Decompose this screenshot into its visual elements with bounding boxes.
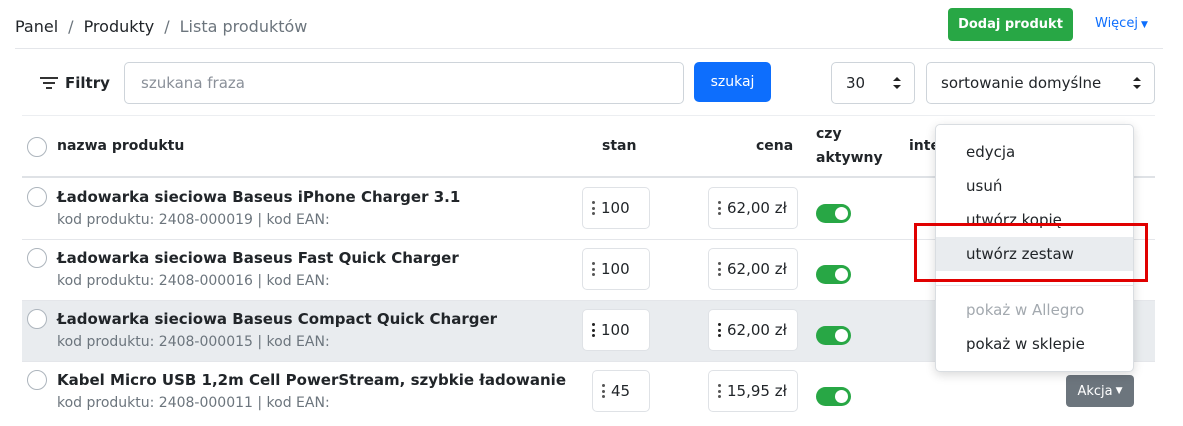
- kebab-icon[interactable]: [718, 262, 721, 276]
- stock-field[interactable]: 100: [582, 248, 650, 290]
- menu-item-edit[interactable]: edycja: [936, 135, 1133, 169]
- column-name[interactable]: nazwa produktu: [57, 138, 184, 154]
- filters-toggle[interactable]: Filtry: [40, 74, 110, 92]
- add-product-button[interactable]: Dodaj produkt: [948, 8, 1073, 41]
- row-checkbox[interactable]: [27, 248, 47, 268]
- per-page-value: 30: [846, 74, 866, 92]
- product-meta: kod produktu: 2408-000019 | kod EAN:: [57, 212, 330, 228]
- header-divider: [15, 48, 1163, 49]
- more-dropdown[interactable]: Więcej ▼: [1095, 16, 1148, 31]
- column-active-line1: czy: [816, 126, 842, 142]
- menu-item-allegro: pokaż w Allegro: [966, 301, 1085, 319]
- search-input[interactable]: [124, 62, 684, 104]
- price-value: 15,95 zł: [727, 382, 787, 400]
- breadcrumb: Panel / Produkty / Lista produktów: [15, 17, 307, 36]
- caret-down-icon: ▼: [1115, 386, 1123, 396]
- price-value: 62,00 zł: [727, 321, 787, 339]
- kebab-icon[interactable]: [718, 384, 721, 398]
- active-toggle[interactable]: [816, 387, 851, 406]
- stock-field[interactable]: 45: [592, 370, 650, 412]
- stock-value: 45: [611, 382, 631, 400]
- select-arrows-icon: [1133, 77, 1141, 89]
- price-value: 62,00 zł: [727, 199, 787, 217]
- product-name[interactable]: Kabel Micro USB 1,2m Cell PowerStream, s…: [57, 371, 566, 389]
- product-name[interactable]: Ładowarka sieciowa Baseus iPhone Charger…: [57, 188, 460, 206]
- column-price[interactable]: cena: [756, 138, 793, 154]
- breadcrumb-separator: /: [68, 17, 74, 36]
- breadcrumb-panel[interactable]: Panel: [15, 17, 58, 36]
- select-arrows-icon: [893, 77, 901, 89]
- product-meta: kod produktu: 2408-000016 | kod EAN:: [57, 273, 330, 289]
- top-bar: Panel / Produkty / Lista produktów Dodaj…: [0, 0, 1183, 48]
- stock-value: 100: [601, 199, 630, 217]
- stock-value: 100: [601, 321, 630, 339]
- row-checkbox[interactable]: [27, 187, 47, 207]
- active-toggle[interactable]: [816, 204, 851, 223]
- kebab-icon[interactable]: [592, 323, 595, 337]
- active-toggle[interactable]: [816, 326, 851, 345]
- per-page-select[interactable]: 30: [831, 62, 915, 104]
- column-active-line2: aktywny: [816, 150, 883, 166]
- breadcrumb-produkty[interactable]: Produkty: [84, 17, 155, 36]
- kebab-icon[interactable]: [592, 201, 595, 215]
- price-field[interactable]: 62,00 zł: [708, 187, 798, 229]
- kebab-icon[interactable]: [592, 262, 595, 276]
- column-stock[interactable]: stan: [602, 138, 636, 154]
- search-button[interactable]: szukaj: [694, 62, 771, 102]
- sort-select[interactable]: sortowanie domyślne: [926, 62, 1155, 104]
- sort-value: sortowanie domyślne: [941, 74, 1102, 92]
- kebab-icon[interactable]: [718, 201, 721, 215]
- price-value: 62,00 zł: [727, 260, 787, 278]
- active-toggle[interactable]: [816, 265, 851, 284]
- price-field[interactable]: 62,00 zł: [708, 309, 798, 351]
- price-field[interactable]: 62,00 zł: [708, 248, 798, 290]
- stock-field[interactable]: 100: [582, 309, 650, 351]
- menu-item-shop[interactable]: pokaż w sklepie: [936, 327, 1133, 361]
- stock-value: 100: [601, 260, 630, 278]
- filter-icon: [40, 77, 58, 89]
- kebab-icon[interactable]: [718, 323, 721, 337]
- caret-down-icon: ▼: [1140, 20, 1148, 30]
- breadcrumb-separator: /: [164, 17, 170, 36]
- more-label: Więcej: [1095, 16, 1138, 31]
- row-checkbox[interactable]: [27, 370, 47, 390]
- filters-label: Filtry: [65, 74, 110, 92]
- action-label: Akcja: [1077, 383, 1113, 399]
- kebab-icon[interactable]: [602, 384, 605, 398]
- product-meta: kod produktu: 2408-000015 | kod EAN:: [57, 334, 330, 350]
- breadcrumb-current: Lista produktów: [179, 17, 308, 36]
- price-field[interactable]: 15,95 zł: [708, 370, 798, 412]
- row-checkbox[interactable]: [27, 309, 47, 329]
- product-name[interactable]: Ładowarka sieciowa Baseus Compact Quick …: [57, 310, 497, 328]
- select-all-checkbox[interactable]: [27, 137, 47, 157]
- action-button[interactable]: Akcja ▼: [1066, 375, 1134, 407]
- product-meta: kod produktu: 2408-000011 | kod EAN:: [57, 395, 330, 411]
- annotation-highlight: [914, 223, 1148, 282]
- menu-item-delete[interactable]: usuń: [936, 169, 1133, 203]
- stock-field[interactable]: 100: [582, 187, 650, 229]
- menu-divider: [936, 285, 1133, 286]
- product-name[interactable]: Ładowarka sieciowa Baseus Fast Quick Cha…: [57, 249, 459, 267]
